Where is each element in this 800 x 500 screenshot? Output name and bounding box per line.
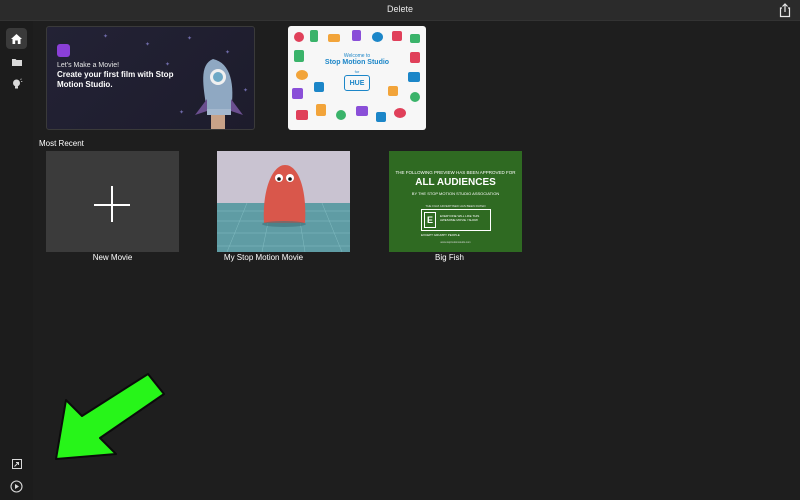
make-movie-subtitle: Let's Make a Movie! (57, 62, 120, 69)
doodle-decoration (310, 30, 318, 42)
new-movie-label: New Movie (92, 253, 133, 262)
doodle-decoration (296, 110, 308, 120)
doodle-decoration (394, 108, 406, 118)
hue-title: Stop Motion Studio (324, 59, 390, 66)
doodle-decoration (336, 110, 346, 120)
lightbulb-icon (12, 77, 22, 88)
rating-assoc-line: BY THE STOP MOTION STUDIO ASSOCIATION (411, 191, 500, 196)
most-recent-heading: Most Recent (39, 139, 84, 148)
doodle-decoration (356, 106, 368, 116)
stop-motion-movie-tile[interactable] (217, 151, 350, 252)
make-movie-title: Create your first film with Stop Motion … (57, 70, 174, 89)
doodle-decoration (372, 32, 383, 42)
star-decoration: ✦ (145, 42, 151, 48)
star-decoration: ✦ (165, 62, 171, 68)
sidebar-folder-button[interactable] (6, 51, 27, 72)
doodle-decoration (292, 88, 303, 99)
star-decoration: ✦ (187, 36, 193, 42)
rating-url: www.stopmotionstudio.com (440, 241, 471, 244)
folder-icon (11, 58, 22, 66)
hue-for-text: for (354, 69, 360, 74)
star-decoration: ✦ (103, 34, 109, 40)
doodle-decoration (388, 86, 398, 96)
import-icon (11, 458, 22, 469)
stop-motion-thumbnail (217, 151, 350, 252)
rating-big-line: ALL AUDIENCES (415, 177, 496, 188)
rating-note: EXCEPT GRUMPY PEOPLE (421, 233, 460, 237)
share-icon[interactable] (778, 3, 792, 18)
stop-motion-movie-label: My Stop Motion Movie (223, 253, 304, 262)
home-icon (11, 33, 22, 44)
annotation-arrow-icon (55, 373, 165, 460)
new-movie-tile[interactable] (46, 151, 179, 252)
sidebar (0, 21, 33, 500)
top-bar: Delete (0, 0, 800, 21)
rating-film-line: THE FILM ADVERTISED HAS BEEN RATED (425, 204, 486, 208)
doodle-decoration (392, 31, 402, 41)
sidebar-play-button[interactable] (6, 476, 27, 497)
rating-description: EVERYONE WILL LIKE THIS AWESOME MOVIE / … (440, 214, 480, 222)
make-movie-logo-icon (57, 44, 70, 57)
sidebar-tips-button[interactable] (6, 73, 27, 94)
doodle-decoration (316, 104, 326, 116)
doodle-decoration (294, 32, 304, 42)
make-movie-banner[interactable]: ✦ ✦ ✦ ✦ ✦ ✦ ✦ ✦ Let's Make a Movie! Crea… (46, 26, 255, 130)
doodle-decoration (410, 92, 420, 102)
doodle-decoration (410, 34, 420, 43)
rating-top-line: THE FOLLOWING PREVIEW HAS BEEN APPROVED … (395, 170, 516, 175)
topbar-title[interactable]: Delete (0, 4, 800, 14)
hue-banner[interactable]: Welcome to Stop Motion Studio for HUE (288, 26, 426, 130)
doodle-decoration (328, 34, 340, 42)
plus-icon (111, 186, 113, 222)
hue-logo: HUE (344, 75, 370, 91)
star-decoration: ✦ (179, 110, 185, 116)
sidebar-home-button[interactable] (6, 28, 27, 49)
rating-letter: E (424, 212, 436, 228)
rocket-illustration (195, 59, 243, 129)
play-circle-icon (10, 480, 23, 493)
doodle-decoration (314, 82, 324, 92)
doodle-decoration (376, 112, 386, 122)
sidebar-import-button[interactable] (6, 453, 27, 474)
big-fish-label: Big Fish (435, 253, 464, 262)
doodle-decoration (352, 30, 361, 41)
big-fish-tile[interactable]: THE FOLLOWING PREVIEW HAS BEEN APPROVED … (389, 151, 522, 252)
rating-box: E EVERYONE WILL LIKE THIS AWESOME MOVIE … (421, 209, 491, 231)
app-window: Delete ✦ ✦ ✦ ✦ ✦ ✦ ✦ Let's Make a Movie!… (0, 0, 800, 500)
